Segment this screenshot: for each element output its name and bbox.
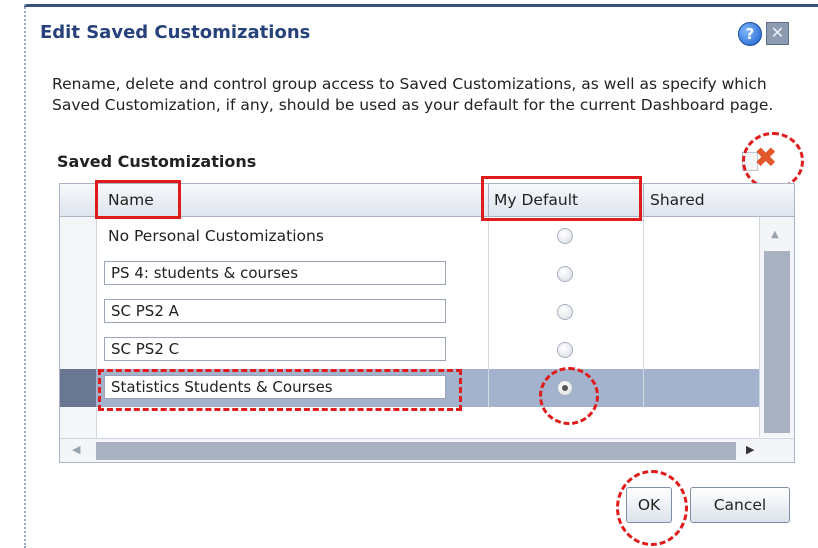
table-row[interactable]	[60, 293, 760, 331]
default-radio[interactable]	[557, 228, 573, 244]
row-header[interactable]	[60, 369, 96, 407]
vertical-scroll-thumb[interactable]	[764, 251, 790, 433]
scroll-right-arrow-icon[interactable]: ▶	[746, 443, 754, 456]
window-top-border	[24, 4, 818, 7]
table-row[interactable]	[60, 255, 760, 293]
default-radio[interactable]	[557, 266, 573, 282]
window-left-border	[24, 4, 28, 548]
cell-divider	[643, 331, 644, 369]
cancel-button[interactable]: Cancel	[690, 487, 790, 523]
annotation-box-default-header	[481, 176, 642, 221]
dialog-title: Edit Saved Customizations	[40, 22, 311, 43]
cell-divider	[643, 293, 644, 331]
cell-divider	[643, 217, 644, 255]
row-name: No Personal Customizations	[108, 227, 324, 245]
instructions-text: Rename, delete and control group access …	[52, 75, 774, 114]
row-header[interactable]	[60, 293, 96, 331]
customizations-grid: Name My Default Shared No Personal Custo…	[59, 183, 795, 463]
section-title: Saved Customizations	[57, 152, 257, 171]
annotation-circle-default-radio	[539, 367, 599, 425]
help-icon[interactable]: ?	[738, 22, 762, 46]
table-row[interactable]: No Personal Customizations	[60, 217, 760, 255]
horizontal-scrollbar[interactable]: ◀ ▶	[60, 438, 794, 462]
column-divider	[643, 184, 644, 216]
column-header-shared[interactable]: Shared	[650, 184, 705, 216]
cell-divider	[488, 217, 489, 255]
row-name-input[interactable]	[104, 299, 446, 323]
horizontal-scroll-thumb[interactable]	[96, 442, 736, 460]
row-header[interactable]	[60, 331, 96, 369]
scroll-left-arrow-icon[interactable]: ◀	[72, 443, 80, 456]
row-name-input[interactable]	[104, 337, 446, 361]
cell-divider	[488, 255, 489, 293]
ok-button[interactable]: OK	[626, 487, 672, 523]
row-name-input[interactable]	[104, 261, 446, 285]
row-header[interactable]	[60, 217, 96, 255]
annotation-box-selected-name	[98, 369, 462, 411]
cell-divider	[488, 369, 489, 407]
close-icon[interactable]: ✕	[766, 22, 789, 45]
vertical-scrollbar[interactable]: ▲	[759, 217, 794, 437]
cell-divider	[643, 255, 644, 293]
annotation-circle-delete	[742, 132, 804, 190]
default-radio[interactable]	[557, 304, 573, 320]
annotation-box-name-header	[95, 180, 181, 219]
scroll-up-arrow-icon[interactable]: ▲	[771, 229, 779, 240]
cell-divider	[488, 331, 489, 369]
row-header[interactable]	[60, 255, 96, 293]
table-row[interactable]	[60, 331, 760, 369]
default-radio[interactable]	[557, 342, 573, 358]
cell-divider	[488, 293, 489, 331]
cell-divider	[643, 369, 644, 407]
